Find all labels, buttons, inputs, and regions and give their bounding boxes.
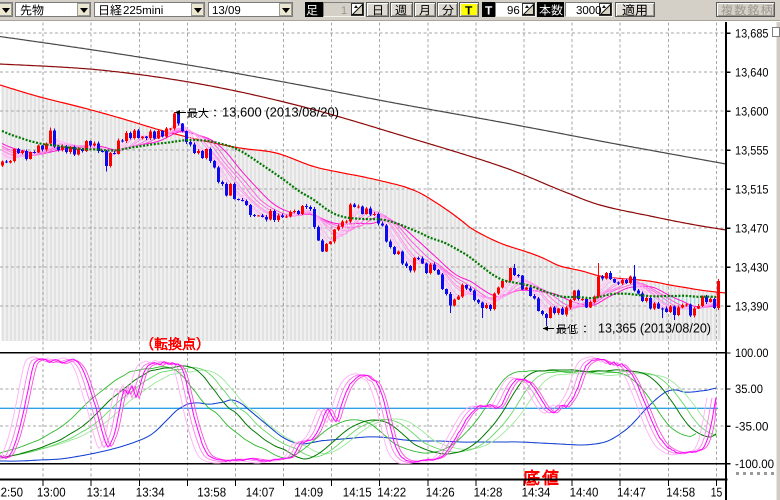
svg-text:14:28: 14:28 [474,485,503,500]
svg-text:100.00: 100.00 [735,346,769,360]
svg-text:14:07: 14:07 [246,485,275,500]
svg-text:14:47: 14:47 [617,485,646,500]
svg-text:96: 96 [507,5,520,17]
svg-text:13:58: 13:58 [197,485,226,500]
svg-text:13,685: 13,685 [735,26,769,40]
svg-text:15: 15 [711,485,723,500]
svg-text:13,600: 13,600 [735,104,769,118]
svg-text:-35.00: -35.00 [735,419,769,433]
svg-text:13:34: 13:34 [136,485,165,500]
svg-text:13,515: 13,515 [735,182,769,196]
svg-text:14:15: 14:15 [343,485,372,500]
svg-text:14:34: 14:34 [522,485,551,500]
svg-text:13,430: 13,430 [735,260,769,274]
svg-text:14:40: 14:40 [570,485,599,500]
svg-text:13/09: 13/09 [212,5,241,17]
svg-text:3000: 3000 [576,5,602,17]
svg-text:13,365 (2013/08/20): 13,365 (2013/08/20) [598,321,711,336]
svg-text:13,555: 13,555 [735,143,769,157]
svg-text:-100.00: -100.00 [735,457,774,471]
svg-text:225mini: 225mini [123,5,163,17]
svg-text:13,600 (2013/08/20): 13,600 (2013/08/20) [222,105,339,120]
svg-text:T: T [485,4,493,18]
svg-text:14:09: 14:09 [294,485,323,500]
svg-text:1: 1 [341,5,347,17]
svg-text:T: T [465,4,473,18]
svg-text:14:26: 14:26 [426,485,455,500]
svg-text:12:50: 12:50 [0,485,23,500]
svg-text:14:22: 14:22 [377,485,406,500]
svg-text:13:00: 13:00 [37,485,66,500]
svg-text:14:58: 14:58 [666,485,695,500]
svg-text:35.00: 35.00 [735,382,763,396]
svg-text:13,640: 13,640 [735,65,769,79]
svg-text:13,470: 13,470 [735,221,769,235]
svg-text:13:14: 13:14 [87,485,116,500]
svg-text:13,390: 13,390 [735,299,769,313]
